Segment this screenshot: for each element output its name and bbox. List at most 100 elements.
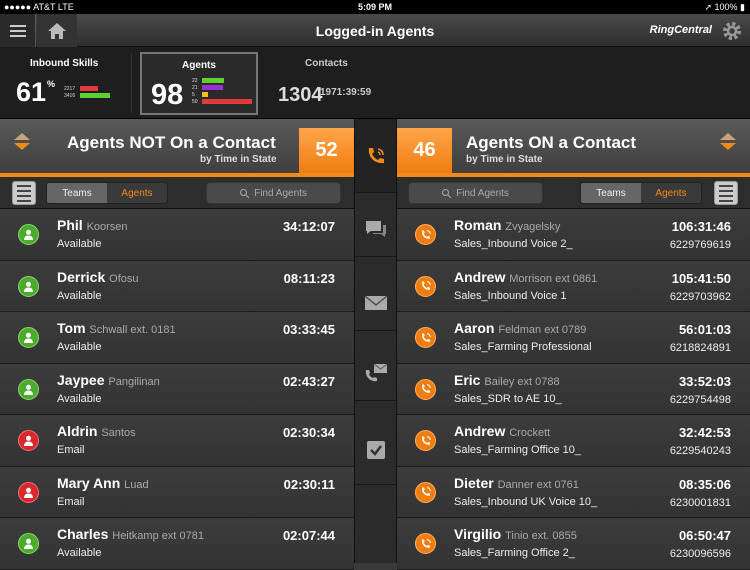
agent-name: Aaron Feldman ext 0789 (454, 320, 586, 336)
list-item[interactable]: Aaron Feldman ext 0789 Sales_Farming Prof… (397, 312, 750, 364)
agent-name: Dieter Danner ext 0761 (454, 475, 579, 491)
mini-value: 22 (192, 78, 198, 84)
list-item[interactable]: Andrew Crockett Sales_Farming Office 10_ 3… (397, 415, 750, 467)
agents-not-on-contact-panel: Agents NOT On a Contact by Time in State… (0, 119, 354, 570)
chat-button[interactable] (355, 201, 396, 257)
time-in-state: 03:33:45 (282, 322, 335, 337)
phone-icon (421, 281, 431, 290)
list-item[interactable]: Roman Zvyagelsky Sales_Inbound Voice 2_ 10… (397, 209, 750, 261)
list-item[interactable]: Tom Schwall ext. 0181 Available 03:33:45 (0, 312, 354, 364)
agent-name: Charles Heitkamp ext 0781 (57, 526, 204, 542)
search-placeholder: Find Agents (254, 187, 307, 199)
down-arrow-icon (720, 143, 736, 150)
on-call-icon (415, 327, 436, 348)
person-icon (24, 281, 33, 292)
contact-number: 6230001831 (669, 496, 731, 509)
phone-icon (368, 147, 384, 163)
agent-first-name: Dieter (454, 474, 494, 491)
agents-on-contact-panel: 46 Agents ON a Contact by Time in State … (397, 119, 750, 570)
chat-icon (365, 220, 386, 237)
list-item[interactable]: Andrew Morrison ext 0861 Sales_Inbound Vo… (397, 260, 750, 312)
agent-last-name: Crockett (509, 427, 551, 439)
person-icon (24, 332, 33, 343)
phone-icon (421, 487, 431, 496)
time-in-state: 106:31:46 (671, 219, 731, 234)
list-item[interactable]: Dieter Danner ext 0761 Sales_Inbound UK V… (397, 466, 750, 518)
agents-stat[interactable]: Agents 98 22 21 5 50 (140, 52, 258, 115)
sort-toggle[interactable] (12, 133, 32, 150)
phone-icon (421, 229, 431, 239)
agent-last-name: Koorsen (86, 221, 128, 233)
divider (131, 53, 132, 113)
left-panel-header: Agents NOT On a Contact by Time in State… (0, 119, 354, 177)
agent-first-name: Phil (57, 217, 83, 233)
list-item[interactable]: Aldrin Santos Email 02:30:34 (0, 415, 354, 467)
up-arrow-icon (720, 133, 736, 140)
time-in-state: 06:50:47 (678, 528, 731, 543)
agent-name: Derrick Ofosu (57, 269, 139, 285)
agent-last-name: Danner ext 0761 (497, 478, 579, 491)
list-item[interactable]: Jaypee Pangilinan Available 02:43:27 (0, 363, 354, 415)
agent-status-icon (18, 224, 39, 245)
tab-teams[interactable]: Teams (47, 183, 107, 203)
agent-first-name: Eric (454, 371, 481, 388)
phone-icon (421, 384, 431, 393)
time-in-state: 32:42:53 (678, 425, 731, 440)
list-item[interactable]: Virgilio Tinio ext. 0855 Sales_Farming Of… (397, 518, 750, 570)
on-call-icon (415, 224, 436, 245)
list-item[interactable]: Charles Heitkamp ext 0781 Available 02:07:… (0, 518, 354, 570)
time-in-state: 105:41:50 (671, 270, 731, 286)
mini-value: 50 (192, 99, 198, 105)
agent-skill: Sales_Inbound Voice 2_ (454, 238, 573, 250)
list-item[interactable]: Mary Ann Luad Email 02:30:11 (0, 466, 354, 518)
mini-value: 5 (192, 92, 195, 98)
list-item[interactable]: Phil Koorsen Available 34:12:07 (0, 209, 354, 261)
contact-number: 6229769619 (669, 239, 731, 251)
list-view-button[interactable] (714, 181, 738, 205)
search-input[interactable]: Find Agents (408, 182, 543, 204)
inbound-skills-stat[interactable]: Inbound Skills 61 % 2217 3416 (0, 47, 130, 119)
phone-mail-button[interactable] (355, 345, 396, 401)
checkbox-icon (366, 440, 385, 459)
mail-button[interactable] (355, 275, 396, 331)
person-icon (24, 538, 33, 549)
left-panel-title: Agents NOT On a Contact (67, 133, 276, 152)
phone-icon (421, 538, 431, 548)
agents-value: 98 (151, 79, 184, 111)
tab-agents[interactable]: Agents (641, 183, 701, 203)
tab-agents[interactable]: Agents (107, 183, 167, 203)
time-in-state: 02:30:34 (282, 425, 335, 440)
agent-skill: Sales_Inbound UK Voice 10_ (454, 495, 598, 508)
time-in-state: 02:30:11 (283, 476, 335, 492)
list-view-button[interactable] (12, 181, 36, 205)
list-item[interactable]: Eric Bailey ext 0788 Sales_SDR to AE 10_ 3… (397, 363, 750, 415)
page-title: Logged-in Agents (315, 23, 435, 39)
agent-status-icon (18, 327, 39, 348)
phone-icon (421, 332, 431, 342)
top-bar: Logged-in Agents RingCentral (0, 14, 750, 47)
agent-status-icon (18, 378, 39, 400)
on-call-icon (415, 430, 436, 451)
agent-state: Available (57, 547, 102, 559)
search-icon (240, 188, 250, 198)
agent-last-name: Pangilinan (108, 375, 160, 388)
inbound-skills-value: 61 (16, 77, 47, 107)
settings-button[interactable] (722, 21, 742, 46)
time-in-state: 56:01:03 (678, 322, 731, 337)
agent-name: Aldrin Santos (57, 423, 136, 439)
agent-last-name: Schwall ext. 0181 (89, 324, 176, 336)
agent-last-name: Santos (101, 427, 136, 439)
agent-last-name: Feldman ext 0789 (498, 324, 587, 336)
agent-status-icon (18, 430, 39, 451)
sort-toggle[interactable] (718, 133, 738, 150)
agent-name: Andrew Morrison ext 0861 (454, 269, 597, 285)
search-input[interactable]: Find Agents (206, 182, 341, 204)
tab-teams[interactable]: Teams (581, 183, 641, 203)
agent-last-name: Tinio ext. 0855 (505, 530, 577, 542)
checklist-button[interactable] (355, 415, 396, 485)
agent-first-name: Andrew (454, 423, 506, 439)
agent-first-name: Derrick (57, 268, 106, 285)
right-toolbar: Find Agents Teams Agents (397, 177, 750, 209)
list-item[interactable]: Derrick Ofosu Available 08:11:23 (0, 260, 354, 312)
phone-button[interactable] (355, 119, 396, 193)
